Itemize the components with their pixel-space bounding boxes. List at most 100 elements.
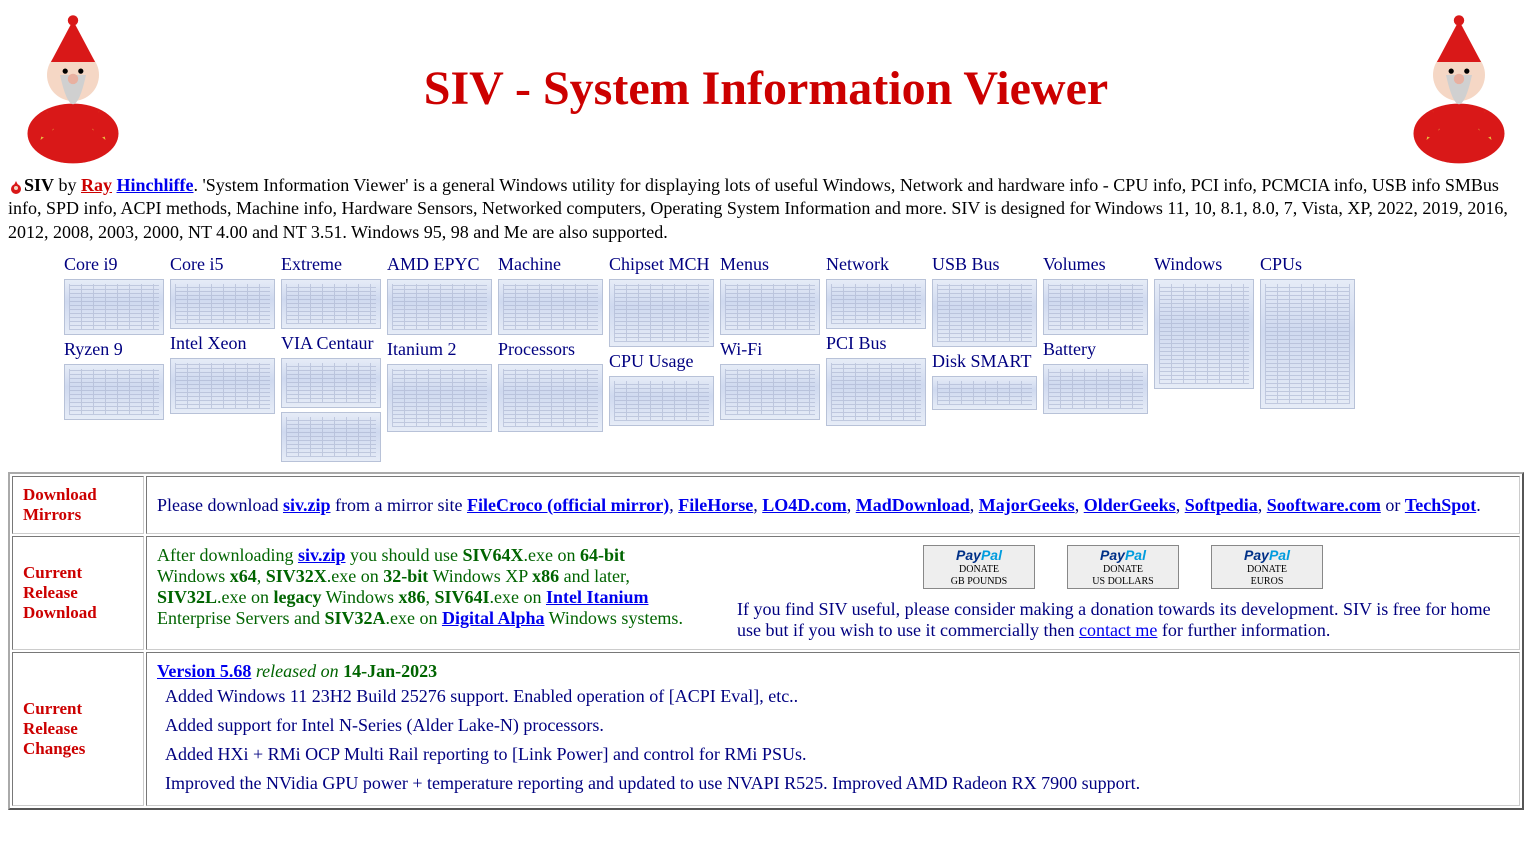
mirror-link[interactable]: FileHorse xyxy=(678,495,753,515)
version-link[interactable]: Version 5.68 xyxy=(157,661,251,681)
thumb-image[interactable] xyxy=(932,279,1037,347)
mirrors-header: Download Mirrors xyxy=(12,476,144,534)
mirror-link[interactable]: TechSpot xyxy=(1405,495,1476,515)
thumb-image[interactable] xyxy=(281,279,381,329)
author-link-last[interactable]: Hinchliffe xyxy=(117,175,194,195)
info-table: Download Mirrors Please download siv.zip… xyxy=(8,472,1524,810)
thumb-label: VIA Centaur xyxy=(281,333,381,354)
mirrors-cell: Please download siv.zip from a mirror si… xyxy=(146,476,1520,534)
wizard-icon xyxy=(8,179,24,195)
thumb-column: Core i5Intel Xeon xyxy=(170,254,275,462)
thumb-column: Extreme VIA Centaur xyxy=(281,254,381,462)
siv-zip-link[interactable]: siv.zip xyxy=(298,545,346,565)
thumb-label: Core i5 xyxy=(170,254,275,275)
release-download-cell: After downloading siv.zip you should use… xyxy=(146,536,1520,650)
thumb-label: PCI Bus xyxy=(826,333,926,354)
mirror-link[interactable]: FileCroco (official mirror) xyxy=(467,495,669,515)
thumb-column: CPUs xyxy=(1260,254,1355,462)
thumb-label: USB Bus xyxy=(932,254,1037,275)
thumb-image[interactable] xyxy=(932,376,1037,410)
mirror-link[interactable]: MadDownload xyxy=(856,495,970,515)
thumb-column: Windows xyxy=(1154,254,1254,462)
thumb-label: CPUs xyxy=(1260,254,1355,275)
donate-info: If you find SIV useful, please consider … xyxy=(737,599,1509,641)
thumb-image[interactable] xyxy=(609,376,714,426)
thumb-image[interactable] xyxy=(64,279,164,335)
alpha-link[interactable]: Digital Alpha xyxy=(442,608,545,628)
mirror-link[interactable]: Sooftware.com xyxy=(1267,495,1381,515)
header-row: SIV - System Information Viewer xyxy=(8,8,1524,168)
thumb-image[interactable] xyxy=(498,279,603,335)
thumb-label: AMD EPYC xyxy=(387,254,492,275)
mirror-link[interactable]: LO4D.com xyxy=(762,495,847,515)
intro-paragraph: SIV by Ray Hinchliffe. 'System Informati… xyxy=(8,174,1524,244)
thumb-label: Core i9 xyxy=(64,254,164,275)
donate-block: PayPalDONATEGB POUNDS PayPalDONATEUS DOL… xyxy=(737,545,1509,641)
mirror-link[interactable]: Softpedia xyxy=(1185,495,1258,515)
thumb-label: Machine xyxy=(498,254,603,275)
thumb-image[interactable] xyxy=(281,412,381,462)
thumb-image[interactable] xyxy=(498,364,603,432)
thumb-image[interactable] xyxy=(387,364,492,432)
thumb-column: USB Bus Disk SMART xyxy=(932,254,1037,462)
release-changes-cell: Version 5.68 released on 14-Jan-2023 Add… xyxy=(146,652,1520,806)
thumb-column: AMD EPYC Itanium 2 xyxy=(387,254,492,462)
thumb-image[interactable] xyxy=(387,279,492,335)
thumb-column: Machine Processors xyxy=(498,254,603,462)
release-changes-header: Current Release Changes xyxy=(12,652,144,806)
thumb-label: Chipset MCH xyxy=(609,254,714,275)
thumb-label: Battery xyxy=(1043,339,1148,360)
thumb-image[interactable] xyxy=(826,358,926,426)
thumb-image[interactable] xyxy=(281,358,381,408)
thumb-image[interactable] xyxy=(170,279,275,329)
donate-eur-button[interactable]: PayPalDONATEEUROS xyxy=(1211,545,1323,589)
thumb-label: Windows xyxy=(1154,254,1254,275)
thumb-column: Menus Wi-Fi xyxy=(720,254,820,462)
thumb-label: Wi-Fi xyxy=(720,339,820,360)
donate-gbp-button[interactable]: PayPalDONATEGB POUNDS xyxy=(923,545,1035,589)
release-instructions: After downloading siv.zip you should use… xyxy=(157,545,717,629)
thumb-image[interactable] xyxy=(1154,279,1254,389)
mascot-left xyxy=(8,8,138,168)
thumb-label: Network xyxy=(826,254,926,275)
thumb-image[interactable] xyxy=(1260,279,1355,409)
change-item: Added Windows 11 23H2 Build 25276 suppor… xyxy=(165,682,1509,711)
release-download-row: Current Release Download After downloadi… xyxy=(12,536,1520,650)
thumb-column: Volumes Battery xyxy=(1043,254,1148,462)
thumb-label: Disk SMART xyxy=(932,351,1037,372)
page-title: SIV - System Information Viewer xyxy=(424,61,1108,116)
mirror-link[interactable]: OlderGeeks xyxy=(1084,495,1176,515)
thumb-label: Itanium 2 xyxy=(387,339,492,360)
author-link-first[interactable]: Ray xyxy=(81,175,112,195)
thumb-label: Ryzen 9 xyxy=(64,339,164,360)
siv-zip-mirror-link[interactable]: siv.zip xyxy=(283,495,331,515)
change-item: Improved the NVidia GPU power + temperat… xyxy=(165,769,1509,798)
release-download-header: Current Release Download xyxy=(12,536,144,650)
thumb-label: Processors xyxy=(498,339,603,360)
itanium-link[interactable]: Intel Itanium xyxy=(546,587,649,607)
change-item: Added HXi + RMi OCP Multi Rail reporting… xyxy=(165,740,1509,769)
thumb-image[interactable] xyxy=(609,279,714,347)
changes-list: Added Windows 11 23H2 Build 25276 suppor… xyxy=(165,682,1509,797)
thumb-image[interactable] xyxy=(826,279,926,329)
mirrors-row: Download Mirrors Please download siv.zip… xyxy=(12,476,1520,534)
thumb-column: Chipset MCHCPU Usage xyxy=(609,254,714,462)
thumb-column: Core i9 Ryzen 9 xyxy=(64,254,164,462)
intro-siv-bold: SIV xyxy=(24,175,54,195)
mascot-right xyxy=(1394,8,1524,168)
thumb-image[interactable] xyxy=(1043,364,1148,414)
thumb-label: Volumes xyxy=(1043,254,1148,275)
change-item: Added support for Intel N-Series (Alder … xyxy=(165,711,1509,740)
thumb-label: Extreme xyxy=(281,254,381,275)
thumb-image[interactable] xyxy=(64,364,164,420)
contact-link[interactable]: contact me xyxy=(1079,620,1157,640)
thumb-image[interactable] xyxy=(720,364,820,420)
thumb-image[interactable] xyxy=(1043,279,1148,335)
donate-usd-button[interactable]: PayPalDONATEUS DOLLARS xyxy=(1067,545,1179,589)
thumb-label: Menus xyxy=(720,254,820,275)
version-line: Version 5.68 released on 14-Jan-2023 xyxy=(157,661,1509,682)
mirror-link[interactable]: MajorGeeks xyxy=(979,495,1075,515)
thumb-image[interactable] xyxy=(720,279,820,335)
thumb-image[interactable] xyxy=(170,358,275,414)
release-changes-row: Current Release Changes Version 5.68 rel… xyxy=(12,652,1520,806)
